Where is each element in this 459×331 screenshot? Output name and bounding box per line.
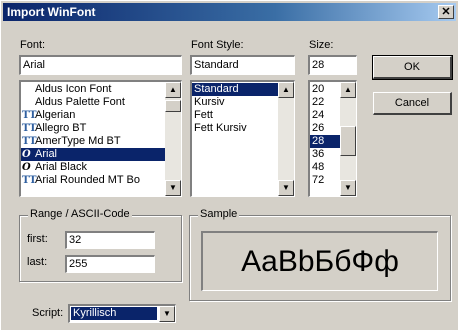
font-list-item-label: Arial — [35, 148, 58, 160]
size-list-item-label: 48 — [312, 161, 325, 173]
style-list-item[interactable]: Kursiv — [192, 96, 278, 109]
close-icon: ✕ — [441, 6, 451, 18]
script-select[interactable]: Kyrillisch ▼ — [68, 304, 176, 323]
range-group-label: Range / ASCII-Code — [28, 208, 132, 220]
arrow-down-icon: ▼ — [344, 183, 352, 192]
close-button[interactable]: ✕ — [438, 5, 454, 19]
font-list-item-label: AmerType Md BT — [35, 135, 121, 147]
sample-preview: AaBbБбФф — [201, 231, 438, 291]
style-list-item[interactable]: Standard — [192, 83, 278, 96]
scroll-down-button[interactable]: ▼ — [278, 180, 294, 196]
scroll-down-button[interactable]: ▼ — [340, 180, 356, 196]
font-list-item-label: Aldus Palette Font — [35, 96, 125, 108]
script-dropdown-button[interactable]: ▼ — [159, 306, 175, 322]
font-style-list[interactable]: Standard Kursiv Fett Fett Kursiv ▲ ▼ — [190, 80, 295, 197]
size-list-item-label: 20 — [312, 83, 325, 95]
font-list-scrollbar[interactable]: ▲ ▼ — [165, 82, 181, 196]
size-list-item[interactable]: 26 — [310, 122, 340, 135]
font-list-item[interactable]: TT Allegro BT — [21, 122, 165, 135]
size-list-item-label: 26 — [312, 122, 325, 134]
font-list-item[interactable]: Aldus Palette Font — [21, 96, 165, 109]
style-list-item[interactable]: Fett — [192, 109, 278, 122]
size-list-item-label: 24 — [312, 109, 325, 121]
size-list-item-label: 72 — [312, 174, 325, 186]
cancel-button[interactable]: Cancel — [373, 92, 452, 115]
arrow-up-icon: ▲ — [169, 85, 177, 94]
font-input-value: Arial — [23, 59, 46, 71]
truetype-font-icon: TT — [22, 175, 37, 186]
size-list-item-label: 22 — [312, 96, 325, 108]
font-style-label: Font Style: — [191, 39, 244, 51]
scroll-thumb[interactable] — [165, 100, 181, 112]
size-list-item[interactable]: 24 — [310, 109, 340, 122]
sample-group-label: Sample — [198, 208, 240, 220]
last-label: last: — [27, 256, 48, 268]
style-list-scrollbar[interactable]: ▲ ▼ — [278, 82, 294, 196]
style-list-item-label: Fett Kursiv — [194, 122, 247, 134]
scroll-down-button[interactable]: ▼ — [165, 180, 181, 196]
arrow-up-icon: ▲ — [344, 85, 352, 94]
size-list-item-label: 28 — [312, 135, 325, 147]
scroll-up-button[interactable]: ▲ — [340, 82, 356, 98]
first-input-value: 32 — [69, 234, 82, 246]
first-input[interactable]: 32 — [65, 231, 155, 249]
window-title: Import WinFont — [7, 5, 96, 19]
last-input[interactable]: 255 — [65, 255, 155, 273]
script-select-value: Kyrillisch — [71, 307, 157, 320]
first-label: first: — [27, 233, 48, 245]
last-input-value: 255 — [69, 258, 88, 270]
size-list-item[interactable]: 36 — [310, 148, 340, 161]
arrow-up-icon: ▲ — [282, 85, 290, 94]
font-list-item-label: Arial Black — [35, 161, 87, 173]
opentype-font-icon: O — [22, 149, 31, 160]
ok-button[interactable]: OK — [372, 55, 453, 80]
font-label: Font: — [20, 39, 46, 51]
style-list-item-label: Kursiv — [194, 96, 225, 108]
truetype-font-icon: TT — [22, 110, 37, 121]
sample-text: AaBbБбФф — [241, 244, 399, 278]
font-style-input[interactable]: Standard — [190, 55, 295, 75]
font-list-item[interactable]: TT AmerType Md BT — [21, 135, 165, 148]
script-label: Script: — [32, 307, 64, 319]
size-label: Size: — [309, 39, 334, 51]
scroll-up-button[interactable]: ▲ — [278, 82, 294, 98]
size-list-item[interactable]: 28 — [310, 135, 340, 148]
font-list-item[interactable]: O Arial Black — [21, 161, 165, 174]
style-list-item[interactable]: Fett Kursiv — [192, 122, 278, 135]
arrow-down-icon: ▼ — [169, 183, 177, 192]
scroll-up-button[interactable]: ▲ — [165, 82, 181, 98]
size-list-item[interactable]: 22 — [310, 96, 340, 109]
title-bar[interactable]: Import WinFont ✕ — [3, 3, 456, 21]
size-list-scrollbar[interactable]: ▲ ▼ — [340, 82, 356, 196]
opentype-font-icon: O — [22, 162, 31, 173]
truetype-font-icon: TT — [22, 123, 37, 134]
size-list-item[interactable]: 20 — [310, 83, 340, 96]
font-list-item-label: Allegro BT — [35, 122, 87, 134]
style-list-item-label: Standard — [194, 83, 239, 95]
size-list[interactable]: 20 22 24 26 28 36 48 72 ▲ ▼ — [308, 80, 357, 197]
font-list-item-label: Algerian — [35, 109, 76, 121]
font-list-item-label: Arial Rounded MT Bo — [35, 174, 140, 186]
size-input[interactable]: 28 — [308, 55, 357, 75]
size-list-item-label: 36 — [312, 148, 325, 160]
font-list-item[interactable]: TT Algerian — [21, 109, 165, 122]
font-list-item[interactable]: O Arial — [21, 148, 165, 161]
font-list-item[interactable]: TT Arial Rounded MT Bo — [21, 174, 165, 187]
truetype-font-icon: TT — [22, 136, 37, 147]
style-list-item-label: Fett — [194, 109, 213, 121]
chevron-down-icon: ▼ — [163, 309, 171, 318]
font-list-item[interactable]: Aldus Icon Font — [21, 83, 165, 96]
import-winfont-dialog: Import WinFont ✕ Font: Arial Aldus Icon … — [0, 0, 459, 331]
font-style-input-value: Standard — [194, 59, 239, 71]
font-input[interactable]: Arial — [19, 55, 182, 75]
size-input-value: 28 — [312, 59, 325, 71]
scroll-thumb[interactable] — [340, 126, 356, 156]
size-list-item[interactable]: 48 — [310, 161, 340, 174]
arrow-down-icon: ▼ — [282, 183, 290, 192]
size-list-item[interactable]: 72 — [310, 174, 340, 187]
font-list[interactable]: Aldus Icon Font Aldus Palette Font TT Alger… — [19, 80, 182, 197]
font-list-item-label: Aldus Icon Font — [35, 83, 112, 95]
